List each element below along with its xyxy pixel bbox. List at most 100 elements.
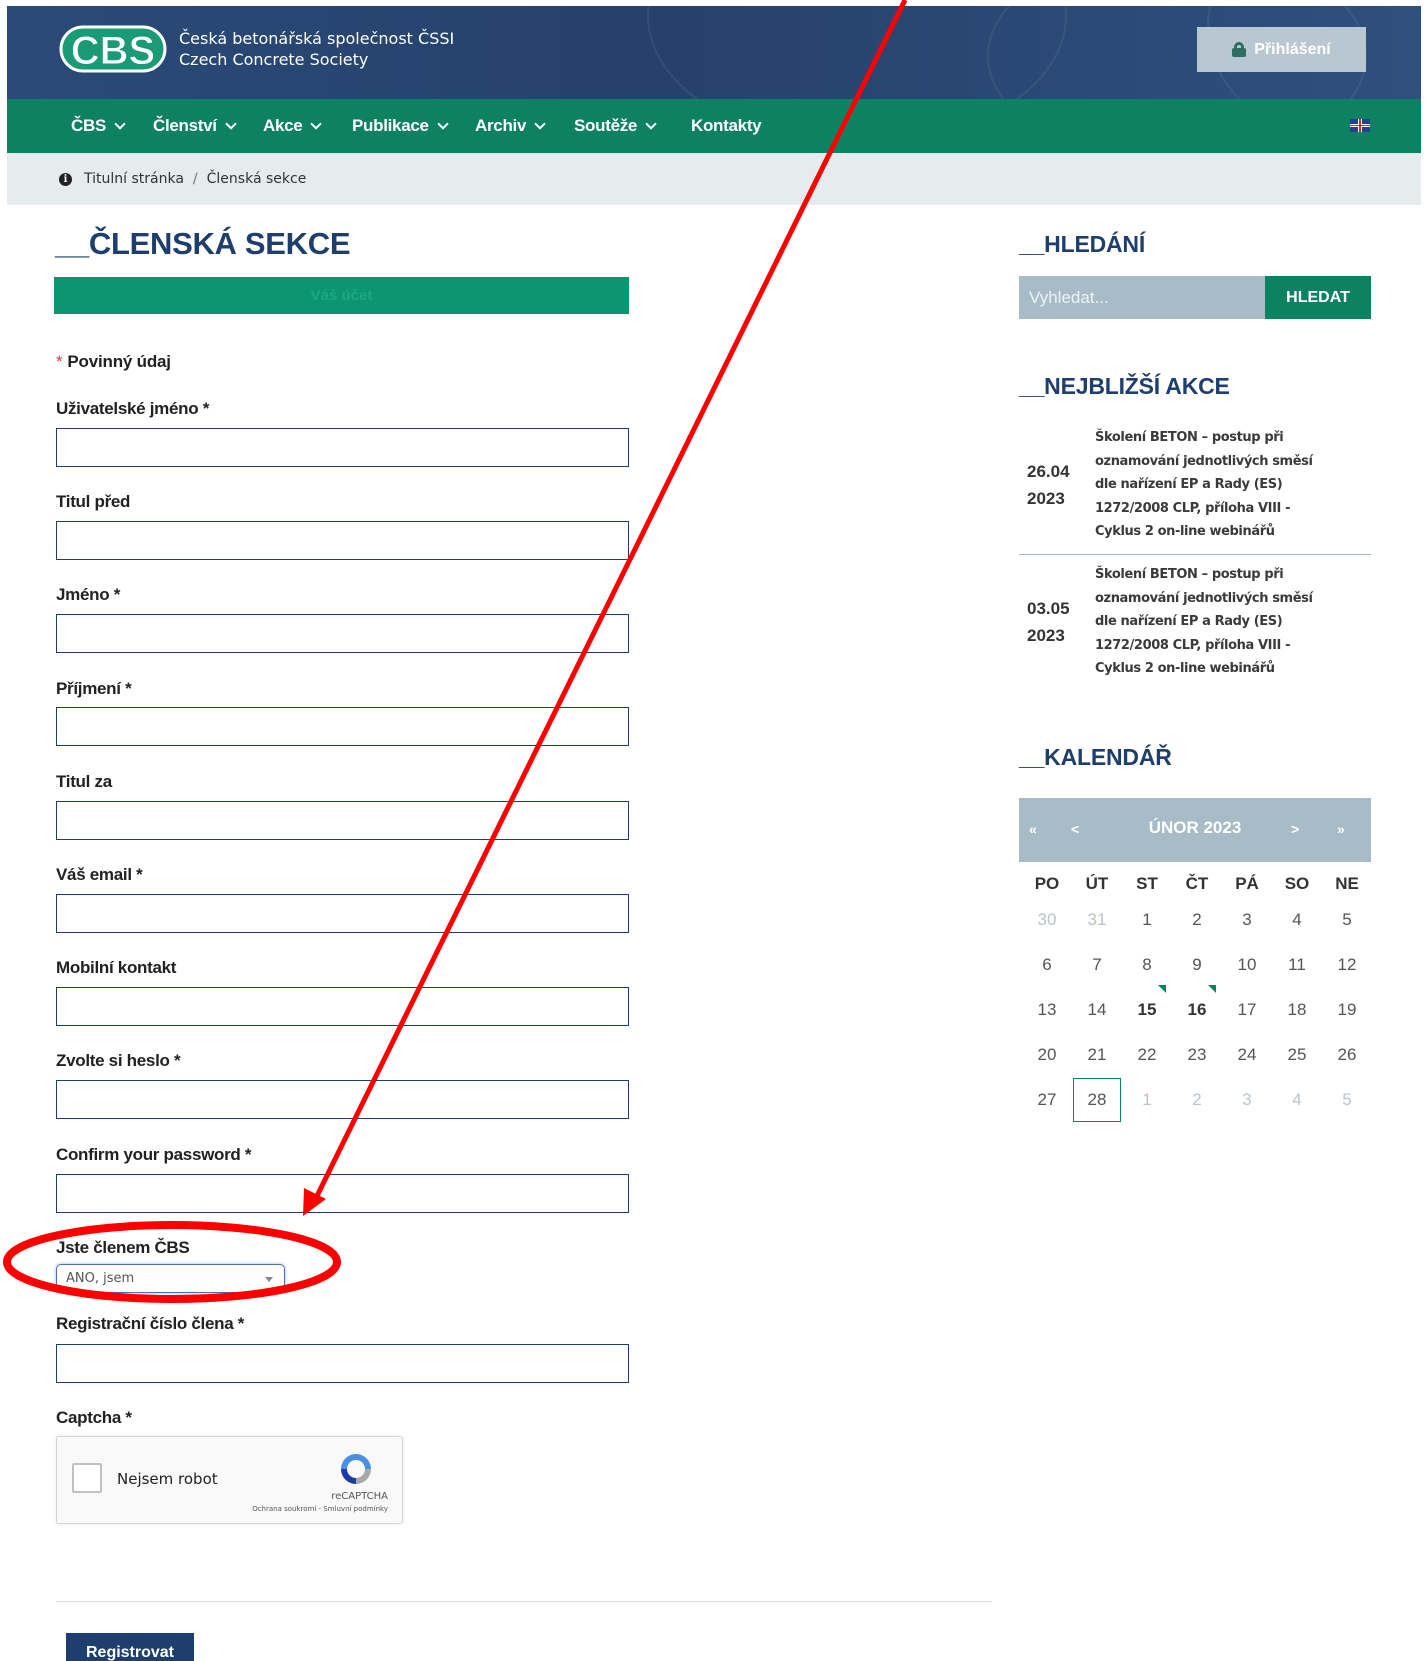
org-name-en: Czech Concrete Society	[179, 50, 369, 69]
last-name-label: Příjmení *	[56, 679, 132, 698]
title-after-label: Titul za	[56, 772, 112, 791]
calendar-day[interactable]: 2	[1173, 898, 1221, 942]
member-select-value: ANO, jsem	[66, 1271, 135, 1286]
calendar-day[interactable]: 25	[1273, 1033, 1321, 1077]
breadcrumb-separator: /	[192, 171, 198, 187]
calendar-day[interactable]: 27	[1023, 1078, 1071, 1122]
nav-item-clenstvi[interactable]: Členství	[153, 99, 237, 153]
chevron-down-icon	[114, 117, 126, 130]
nav-item-publikace[interactable]: Publikace	[352, 99, 449, 153]
mobile-input[interactable]	[56, 987, 629, 1026]
calendar-day[interactable]: 18	[1273, 988, 1321, 1032]
event-item[interactable]: 03.05 2023 Školení BETON – postup při oz…	[1019, 563, 1371, 683]
captcha-label: Captcha *	[56, 1408, 132, 1427]
username-input[interactable]	[56, 428, 629, 467]
calendar-day[interactable]: 12	[1323, 943, 1371, 987]
calendar-weekday: NE	[1335, 874, 1359, 893]
email-input[interactable]	[56, 894, 629, 933]
calendar-day[interactable]: 8	[1123, 943, 1171, 987]
event-date: 03.05 2023	[1027, 595, 1070, 649]
calendar-day[interactable]: 9	[1173, 943, 1221, 987]
calendar-day[interactable]: 23	[1173, 1033, 1221, 1077]
calendar-day[interactable]: 30	[1023, 898, 1071, 942]
calendar-day[interactable]: 26	[1323, 1033, 1371, 1077]
nav-item-kontakty[interactable]: Kontakty	[691, 99, 762, 153]
tab-account[interactable]: Váš účet	[54, 277, 629, 314]
breadcrumb-home[interactable]: Titulní stránka	[84, 171, 184, 187]
recaptcha-links[interactable]: Ochrana soukromí - Smluvní podmínky	[252, 1505, 388, 1513]
calendar-day[interactable]: 17	[1223, 988, 1271, 1032]
calendar-day[interactable]: 2	[1173, 1078, 1221, 1122]
calendar-day[interactable]: 22	[1123, 1033, 1171, 1077]
last-name-input[interactable]	[56, 707, 629, 746]
calendar-day[interactable]: 1	[1123, 1078, 1171, 1122]
register-button[interactable]: Registrovat	[66, 1633, 194, 1661]
calendar-day[interactable]: 5	[1323, 898, 1371, 942]
calendar-day[interactable]: 14	[1073, 988, 1121, 1032]
event-day: 03.05	[1027, 599, 1070, 618]
required-note: * Povinný údaj	[56, 352, 171, 372]
search-input[interactable]	[1019, 276, 1265, 319]
event-item[interactable]: 26.04 2023 Školení BETON – postup při oz…	[1019, 426, 1371, 546]
calendar-day[interactable]: 21	[1073, 1033, 1121, 1077]
first-name-input[interactable]	[56, 614, 629, 653]
calendar-day[interactable]: 4	[1273, 898, 1321, 942]
calendar-day[interactable]: 15	[1123, 988, 1171, 1032]
logo-lettering: CBS	[71, 29, 155, 73]
calendar-day[interactable]: 7	[1073, 943, 1121, 987]
calendar-day[interactable]: 16	[1173, 988, 1221, 1032]
nav-item-souteze[interactable]: Soutěže	[574, 99, 657, 153]
breadcrumb-current: Členská sekce	[206, 171, 307, 187]
search-button[interactable]: HLEDAT	[1265, 276, 1371, 319]
calendar-next-year-button[interactable]: »	[1337, 821, 1345, 837]
calendar-day[interactable]: 13	[1023, 988, 1071, 1032]
calendar-day[interactable]: 6	[1023, 943, 1071, 987]
password-input[interactable]	[56, 1080, 629, 1119]
reg-number-label: Registrační číslo člena *	[56, 1314, 245, 1333]
calendar-day[interactable]: 3	[1223, 1078, 1271, 1122]
nav-item-cbs[interactable]: ČBS	[71, 99, 126, 153]
main-navigation: ČBS Členství Akce Publikace Archiv Soutě…	[7, 99, 1421, 153]
calendar-day[interactable]: 28	[1073, 1078, 1121, 1122]
reg-number-input[interactable]	[56, 1344, 629, 1383]
member-label: Jste členem ČBS	[56, 1238, 190, 1257]
title-after-input[interactable]	[56, 801, 629, 840]
calendar-weekday: PÁ	[1235, 874, 1259, 893]
event-title[interactable]: Školení BETON – postup při oznamování je…	[1095, 563, 1325, 681]
calendar-day[interactable]: 5	[1323, 1078, 1371, 1122]
events-title: __NEJBLIŽŠÍ AKCE	[1019, 373, 1230, 399]
nav-item-archiv[interactable]: Archiv	[475, 99, 546, 153]
uk-flag-icon[interactable]	[1350, 119, 1370, 132]
calendar-weekday: ČT	[1185, 874, 1209, 893]
org-name: Česká betonářská společnost ČSSI Czech C…	[179, 28, 454, 70]
site-logo[interactable]: CBS Česká betonářská společnost ČSSI Cze…	[59, 21, 454, 77]
recaptcha-checkbox[interactable]	[72, 1463, 102, 1493]
calendar-day[interactable]: 19	[1323, 988, 1371, 1032]
nav-item-akce[interactable]: Akce	[263, 99, 323, 153]
title-before-input[interactable]	[56, 521, 629, 560]
required-note-text: Povinný údaj	[67, 352, 171, 371]
chevron-down-icon	[534, 117, 546, 130]
search-title: __HLEDÁNÍ	[1019, 231, 1146, 257]
confirm-password-input[interactable]	[56, 1174, 629, 1213]
calendar-day[interactable]: 3	[1223, 898, 1271, 942]
event-day: 26.04	[1027, 462, 1070, 481]
member-select[interactable]: ANO, jsem	[56, 1264, 285, 1293]
recaptcha-icon	[341, 1454, 371, 1484]
login-button[interactable]: Přihlášení	[1197, 27, 1366, 72]
calendar-day[interactable]: 31	[1073, 898, 1121, 942]
required-star: *	[56, 352, 63, 371]
page-title: __ČLENSKÁ SEKCE	[55, 226, 351, 261]
calendar-day[interactable]: 10	[1223, 943, 1271, 987]
calendar-day[interactable]: 4	[1273, 1078, 1321, 1122]
calendar-day[interactable]: 11	[1273, 943, 1321, 987]
cbs-logo-icon: CBS	[59, 25, 167, 74]
calendar-month-label[interactable]: ÚNOR 2023	[1019, 818, 1371, 838]
calendar-day[interactable]: 20	[1023, 1033, 1071, 1077]
chevron-down-icon	[437, 117, 449, 130]
calendar-next-button[interactable]: >	[1291, 821, 1299, 837]
event-title[interactable]: Školení BETON – postup při oznamování je…	[1095, 426, 1325, 544]
chevron-down-icon	[310, 117, 323, 130]
calendar-day[interactable]: 24	[1223, 1033, 1271, 1077]
calendar-day[interactable]: 1	[1123, 898, 1171, 942]
